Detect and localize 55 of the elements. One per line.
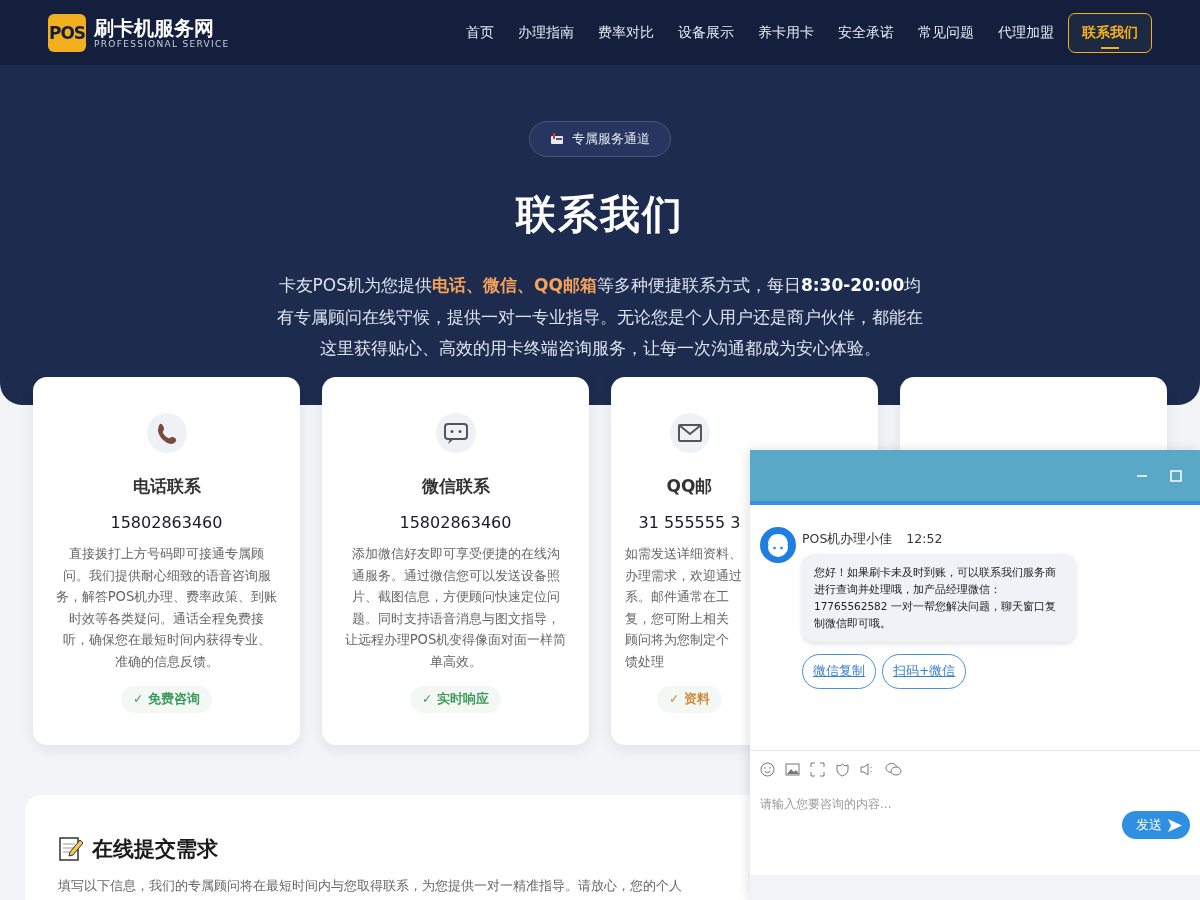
send-arrow-icon [1168,818,1182,832]
wechat-button[interactable] [885,761,902,777]
shield-icon [835,761,850,777]
site-subtitle: PROFESSIONAL SERVICE [94,38,230,49]
agent-avatar-icon [760,527,796,563]
agent-name: POS机办理小佳 [802,531,893,548]
nav-link[interactable]: 安全承诺 [828,15,904,50]
image-icon [785,761,800,777]
card-title: 电话联系 [131,475,202,498]
nav-link[interactable]: 费率对比 [588,15,664,50]
nav-link[interactable]: 代理加盟 [988,15,1064,50]
page-title: 联系我们 [516,190,684,239]
contact-number: 15802863460 [398,513,513,532]
emoji-icon [760,761,775,777]
speaker-icon [860,761,875,777]
nav-link[interactable]: 办理指南 [508,15,584,50]
message-bubble: 您好！如果刷卡未及时到账，可以联系我们服务商进行查询并处理哦，加产品经理微信：17765562582 一对一帮您解决问题，聊天窗口复制微信即可哦。 [802,554,1076,642]
screenshot-icon [810,761,825,777]
section-title: 在线提交需求 [92,836,218,863]
card-title: 微信联系 [420,475,491,498]
feature-tag: ✓ 免费咨询 [121,685,212,713]
nav-link[interactable]: 首页 [456,15,504,50]
feature-tag: ✓ 实时响应 [410,685,501,713]
image-button[interactable] [785,761,800,777]
emoji-button[interactable] [760,761,775,777]
quick-action-button[interactable]: 微信复制 [802,654,876,689]
nav-link[interactable]: 设备展示 [668,15,744,50]
wechat-icon [885,761,902,777]
envelope-icon [669,413,710,453]
feature-tag: ✓ 资料 [657,685,722,713]
logo-badge[interactable]: POS [48,13,86,52]
service-pill: 专属服务通道 [529,121,671,157]
message-input[interactable]: 请输入您要咨询的内容... [760,793,1122,815]
hero-description: 卡友POS机为您提供电话、微信、QQ邮箱等多种便捷联系方式，每日8:30-20:00均有专属顾问在线守候，提供一对一专业指导。无论您是个人用户还是商户伙伴，都能在这里获得贴心、高效的用卡终端咨询服务，让每一次沟通都成为安心体验。 [276,274,924,360]
mailbox-icon [550,132,564,146]
nav-link[interactable]: 常见问题 [908,15,984,50]
phone-icon [146,413,187,453]
nav-link[interactable]: 养卡用卡 [748,15,824,50]
screenshot-button[interactable] [810,761,825,777]
contact-number: 31 555555 3 [637,513,742,532]
maximize-icon [1170,469,1182,482]
card-description: 如需发送详细资料、 办理需求，欢迎通过 系。邮件通常在工 复，您可附上相关 顾问将为您制定个 馈处理 [625,545,743,671]
shield-button[interactable] [835,761,850,777]
site-title[interactable]: 刷卡机服务网 [94,16,230,39]
chat-bubble-icon [435,413,476,453]
message-time: 12:52 [906,531,943,548]
card-description: 直接拨打上方号码即可接通专属顾 问。我们提供耐心细致的语音咨询服 务，解答POS机办理、费率政策、到账 时效等各类疑问。通话全程免费接 听，确保您在最短时间内获得专业、 准确的信息反馈。 [54,545,279,671]
card-title: QQ邮 [665,475,714,498]
section-description: 填写以下信息，我们的专属顾问将在最短时间内与您取得联系，为您提供一对一精准指导。请放心，您的个人 [58,877,682,895]
contact-number: 15802863460 [109,513,224,532]
speaker-button[interactable] [860,761,875,777]
memo-pencil-icon [58,836,84,862]
quick-action-button[interactable]: 扫码+微信 [882,654,967,689]
nav-link[interactable]: 联系我们 [1068,12,1152,53]
card-description: 添加微信好友即可享受便捷的在线沟 通服务。通过微信您可以发送设备照 片、截图信息，方便顾问快速定位问 题。同时支持语音消息与图文指导， 让远程办理POS机变得像面对面一样简 单高效。 [343,545,568,671]
